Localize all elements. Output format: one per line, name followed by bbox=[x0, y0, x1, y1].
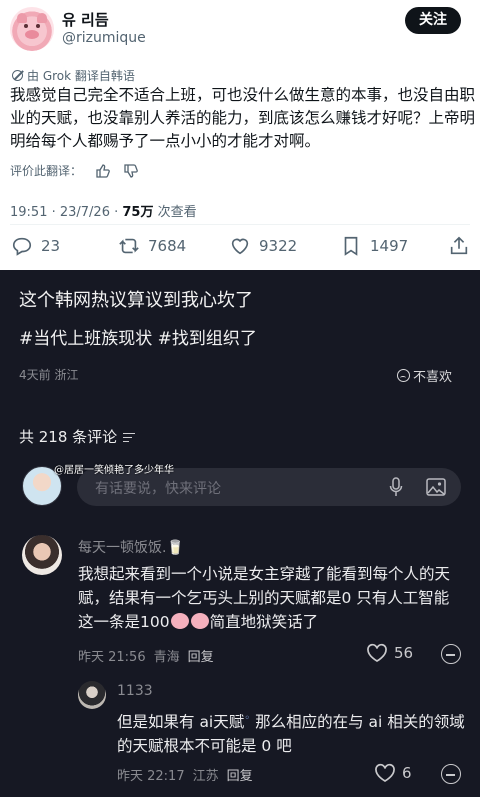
dislike-label: 不喜欢 bbox=[413, 370, 453, 385]
translation-rating: 评价此翻译： bbox=[10, 162, 138, 179]
comment-time: 昨天 22:17 bbox=[117, 769, 185, 784]
comment-location: 青海 bbox=[153, 650, 180, 665]
comment-count[interactable]: 共 218 条评论 bbox=[19, 426, 136, 447]
emoji-reaction-icon[interactable] bbox=[441, 644, 461, 664]
thumbs-up-icon[interactable] bbox=[96, 163, 110, 178]
tweet-actions: 23 7684 9322 1497 bbox=[0, 232, 480, 260]
post-title: 这个韩网热议算议到我心坎了 bbox=[19, 290, 253, 311]
divider bbox=[10, 224, 470, 225]
search-link[interactable]: ai天赋◦ bbox=[199, 713, 250, 731]
sort-icon bbox=[123, 432, 136, 442]
profile-avatar[interactable] bbox=[10, 7, 54, 51]
laughing-emoji bbox=[170, 613, 189, 629]
view-count: 75万 bbox=[122, 205, 154, 220]
retweet-count: 7684 bbox=[148, 237, 187, 255]
bookmark-icon bbox=[344, 236, 358, 256]
heart-icon bbox=[231, 238, 249, 255]
bookmark-count: 1497 bbox=[370, 237, 409, 255]
share-action[interactable] bbox=[448, 232, 470, 260]
comment-meta: 昨天 22:17 江苏 回复 bbox=[117, 765, 253, 784]
commenter-name[interactable]: 每天一顿饭饭.🥛 bbox=[78, 537, 184, 557]
image-icon[interactable] bbox=[426, 478, 446, 496]
bookmark-action[interactable]: 1497 bbox=[340, 232, 408, 260]
comment-time: 昨天 21:56 bbox=[78, 650, 146, 665]
heart-icon bbox=[375, 763, 395, 782]
commenter-avatar[interactable] bbox=[22, 535, 62, 575]
comment-location: 江苏 bbox=[192, 769, 219, 784]
tweet-card: 유 리듬 @rizumique 关注 由 Grok 翻译自韩语 我感觉自己完全不… bbox=[0, 0, 480, 270]
comment-like-button[interactable]: 6 bbox=[374, 763, 412, 783]
comment-text: 但是如果有 ai天赋◦ 那么相应的在与 ai 相关的领域的天赋根本不可能是 0 … bbox=[117, 713, 465, 755]
retweet-icon bbox=[119, 238, 139, 254]
reply-button[interactable]: 回复 bbox=[188, 650, 214, 665]
comment-input-placeholder: 有话要说，快来评论 bbox=[95, 481, 221, 497]
comment-like-count: 6 bbox=[402, 764, 412, 782]
reply-icon bbox=[12, 237, 32, 256]
post-comments-panel: 这个韩网热议算议到我心坎了 #当代上班族现状 #找到组织了 4天前 浙江 不喜欢… bbox=[0, 270, 480, 797]
like-count: 9322 bbox=[259, 237, 298, 255]
heart-icon bbox=[367, 643, 387, 662]
post-hashtags[interactable]: #当代上班族现状 #找到组织了 bbox=[19, 324, 257, 349]
comment-like-count: 56 bbox=[394, 644, 414, 662]
dislike-button[interactable]: 不喜欢 bbox=[397, 366, 452, 385]
follow-button[interactable]: 关注 bbox=[405, 7, 461, 34]
tweet-meta: 19:51 · 23/7/26 · 75万 次查看 bbox=[10, 201, 197, 220]
microphone-icon[interactable] bbox=[389, 477, 403, 497]
my-username: @居居一笑倾艳了多少年华 bbox=[54, 465, 174, 476]
translation-notice: 由 Grok 翻译自韩语 bbox=[12, 67, 135, 84]
emoji-reaction-icon[interactable] bbox=[441, 764, 461, 784]
display-name[interactable]: 유 리듬 bbox=[62, 9, 109, 30]
comment-text: 我想起来看到一个小说是女主穿越了能看到每个人的天赋，结果有一个乞丐头上别的天赋都… bbox=[78, 565, 451, 631]
like-action[interactable]: 9322 bbox=[229, 232, 297, 260]
retweet-action[interactable]: 7684 bbox=[118, 232, 186, 260]
rate-label: 评价此翻译： bbox=[10, 164, 83, 178]
tweet-text: 我感觉自己完全不适合上班，可也没什么做生意的本事，也没自由职业的天赋，也没靠别人… bbox=[10, 86, 476, 150]
views-label: 次查看 bbox=[153, 205, 197, 220]
comment-meta: 昨天 21:56 青海 回复 bbox=[78, 646, 214, 665]
comment-like-button[interactable]: 56 bbox=[366, 643, 413, 663]
comment-count-label: 共 218 条评论 bbox=[19, 428, 118, 446]
milk-emoji: 🥛 bbox=[166, 540, 184, 556]
user-handle[interactable]: @rizumique bbox=[62, 30, 146, 46]
grok-icon bbox=[12, 70, 23, 81]
commenter-avatar[interactable] bbox=[78, 681, 106, 709]
sad-face-icon bbox=[397, 369, 410, 382]
commenter-name[interactable]: 1133 bbox=[117, 683, 153, 699]
thumbs-down-icon[interactable] bbox=[124, 163, 138, 178]
laughing-emoji bbox=[190, 613, 209, 629]
translation-label: 由 Grok 翻译自韩语 bbox=[27, 69, 135, 83]
tweet-time: 19:51 · 23/7/26 · bbox=[10, 205, 123, 220]
post-time-location: 4天前 浙江 bbox=[19, 368, 79, 382]
reply-action[interactable]: 23 bbox=[11, 232, 60, 260]
reply-count: 23 bbox=[41, 237, 61, 255]
reply-button[interactable]: 回复 bbox=[227, 769, 253, 784]
share-icon bbox=[450, 236, 468, 255]
